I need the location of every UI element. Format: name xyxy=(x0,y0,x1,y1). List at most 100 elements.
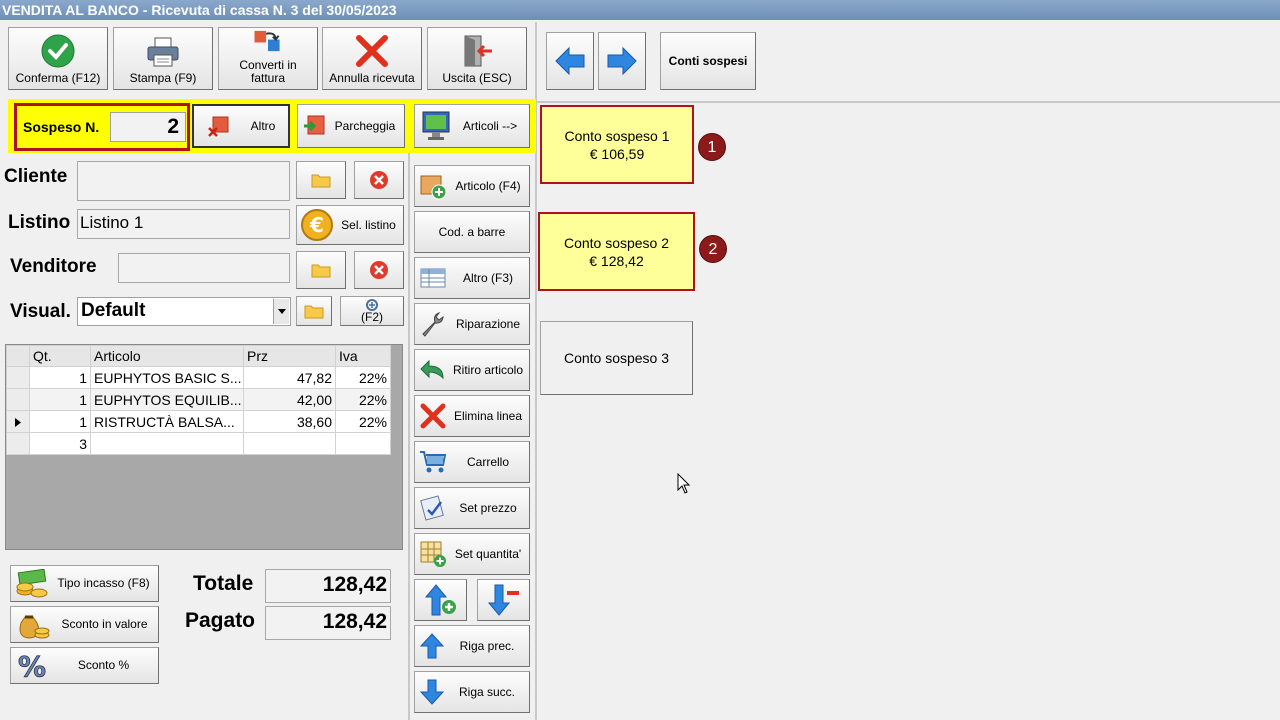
folder-icon xyxy=(304,305,324,319)
visual-f2-button[interactable]: (F2) xyxy=(340,296,404,326)
table-row-new[interactable]: 3 xyxy=(6,432,391,455)
cross-icon xyxy=(356,35,388,67)
cell-qt[interactable]: 1 xyxy=(29,388,91,411)
sconto-valore-button[interactable]: Sconto in valore xyxy=(10,606,159,643)
carrello-button[interactable]: Carrello xyxy=(414,441,530,483)
cell-articolo[interactable]: EUPHYTOS BASIC S... xyxy=(90,366,244,389)
header-articolo[interactable]: Articolo xyxy=(90,345,244,367)
conto-sospeso-2[interactable]: Conto sospeso 2 € 128,42 xyxy=(538,212,695,291)
articoli-button[interactable]: Articoli --> xyxy=(414,104,530,148)
altro-f3-button[interactable]: Altro (F3) xyxy=(414,257,530,299)
conto-sospeso-3[interactable]: Conto sospeso 3 xyxy=(540,321,693,395)
listino-label: Listino xyxy=(8,212,71,233)
listino-field[interactable]: Listino 1 xyxy=(77,209,290,239)
pagato-label: Pagato xyxy=(185,609,256,632)
qty-increase-button[interactable] xyxy=(414,579,467,621)
venditore-clear-button[interactable] xyxy=(354,251,404,289)
qty-decrease-button[interactable] xyxy=(477,579,530,621)
cell-prz[interactable]: 38,60 xyxy=(243,410,336,433)
cell-prz[interactable]: 42,00 xyxy=(243,388,336,411)
cell-iva[interactable]: 22% xyxy=(335,410,391,433)
stampa-button[interactable]: Stampa (F9) xyxy=(113,27,213,90)
cliente-browse-button[interactable] xyxy=(296,161,346,199)
folder-icon xyxy=(311,264,331,278)
cell-iva[interactable] xyxy=(335,432,391,455)
uscita-label: Uscita (ESC) xyxy=(442,71,512,85)
articolo-button[interactable]: Articolo (F4) xyxy=(414,165,530,207)
visual-select[interactable]: Default xyxy=(77,297,291,326)
delete-item-icon xyxy=(207,116,229,137)
arrow-up-icon xyxy=(419,633,445,659)
header-qt[interactable]: Qt. xyxy=(29,345,91,367)
dropdown-arrow[interactable] xyxy=(273,299,289,324)
cliente-label: Cliente xyxy=(4,166,68,187)
table-row[interactable]: 1 RISTRUCTÀ BALSA... 38,60 22% xyxy=(6,410,391,433)
chevron-down-icon xyxy=(277,309,286,314)
converti-button[interactable]: Converti in fattura xyxy=(218,27,318,90)
cell-prz[interactable]: 47,82 xyxy=(243,366,336,389)
cell-prz[interactable] xyxy=(243,432,336,455)
pagato-value[interactable]: 128,42 xyxy=(265,606,391,640)
cliente-field[interactable] xyxy=(77,161,290,201)
altro-sospeso-button[interactable]: Altro xyxy=(192,104,290,148)
convert-icon xyxy=(254,30,280,52)
cell-iva[interactable]: 22% xyxy=(335,366,391,389)
grid-header-indicator xyxy=(6,345,30,367)
riparazione-label: Riparazione xyxy=(455,316,521,331)
riga-prec-button[interactable]: Riga prec. xyxy=(414,625,530,667)
carrello-label: Carrello xyxy=(466,454,509,469)
table-row[interactable]: 1 EUPHYTOS EQUILIB... 42,00 22% xyxy=(6,388,391,411)
money-bag-icon xyxy=(19,615,50,639)
next-button[interactable] xyxy=(598,32,646,90)
cell-articolo[interactable]: RISTRUCTÀ BALSA... xyxy=(90,410,244,433)
printer-icon xyxy=(147,37,179,67)
cell-articolo[interactable]: EUPHYTOS EQUILIB... xyxy=(90,388,244,411)
conto-2-amount: € 128,42 xyxy=(589,252,644,269)
elimina-linea-button[interactable]: Elimina linea xyxy=(414,395,530,437)
visual-browse-button[interactable] xyxy=(296,296,332,326)
conto-sospeso-1[interactable]: Conto sospeso 1 € 106,59 xyxy=(540,105,694,184)
set-quantita-button[interactable]: Set quantita' xyxy=(414,533,530,575)
conti-sospesi-button[interactable]: Conti sospesi xyxy=(660,32,756,90)
arrow-right-icon xyxy=(607,46,637,76)
sel-listino-button[interactable]: € Sel. listino xyxy=(296,205,404,245)
grid-add-icon xyxy=(420,541,446,567)
sel-listino-label: Sel. listino xyxy=(341,217,396,232)
sconto-perc-button[interactable]: % Sconto % xyxy=(10,647,159,684)
cell-qt[interactable]: 3 xyxy=(29,432,91,455)
monitor-icon xyxy=(422,111,450,140)
park-icon xyxy=(304,115,325,135)
cell-articolo[interactable] xyxy=(90,432,244,455)
tipo-incasso-button[interactable]: Tipo incasso (F8) xyxy=(10,565,159,602)
header-iva[interactable]: Iva xyxy=(335,345,391,367)
conto-2-name: Conto sospeso 2 xyxy=(563,234,670,251)
riparazione-button[interactable]: Riparazione xyxy=(414,303,530,345)
row-indicator xyxy=(6,410,30,433)
cod-barre-button[interactable]: Cod. a barre xyxy=(414,211,530,253)
articles-grid[interactable]: Qt. Articolo Prz Iva 1 EUPHYTOS BASIC S.… xyxy=(5,344,403,550)
converti-label-2: fattura xyxy=(250,71,286,85)
delete-icon xyxy=(420,403,446,429)
badge-2: 2 xyxy=(699,235,727,263)
riga-succ-button[interactable]: Riga succ. xyxy=(414,671,530,713)
venditore-browse-button[interactable] xyxy=(296,251,346,289)
annulla-button[interactable]: Annulla ricevuta xyxy=(322,27,422,90)
cliente-clear-button[interactable] xyxy=(354,161,404,199)
ritiro-button[interactable]: Ritiro articolo xyxy=(414,349,530,391)
mouse-cursor-icon xyxy=(677,473,691,494)
cell-iva[interactable]: 22% xyxy=(335,388,391,411)
cell-qt[interactable]: 1 xyxy=(29,366,91,389)
clear-icon xyxy=(370,261,388,279)
prev-button[interactable] xyxy=(546,32,594,90)
set-prezzo-button[interactable]: Set prezzo xyxy=(414,487,530,529)
money-icon xyxy=(16,568,48,597)
venditore-field[interactable] xyxy=(118,253,290,283)
conferma-button[interactable]: Conferma (F12) xyxy=(8,27,108,90)
parcheggia-button[interactable]: Parcheggia xyxy=(297,104,405,148)
table-row[interactable]: 1 EUPHYTOS BASIC S... 47,82 22% xyxy=(6,366,391,389)
arrow-left-icon xyxy=(555,46,585,76)
header-prz[interactable]: Prz xyxy=(243,345,336,367)
uscita-button[interactable]: Uscita (ESC) xyxy=(427,27,527,90)
sospeso-number-field[interactable]: 2 xyxy=(110,112,186,142)
cell-qt[interactable]: 1 xyxy=(29,410,91,433)
